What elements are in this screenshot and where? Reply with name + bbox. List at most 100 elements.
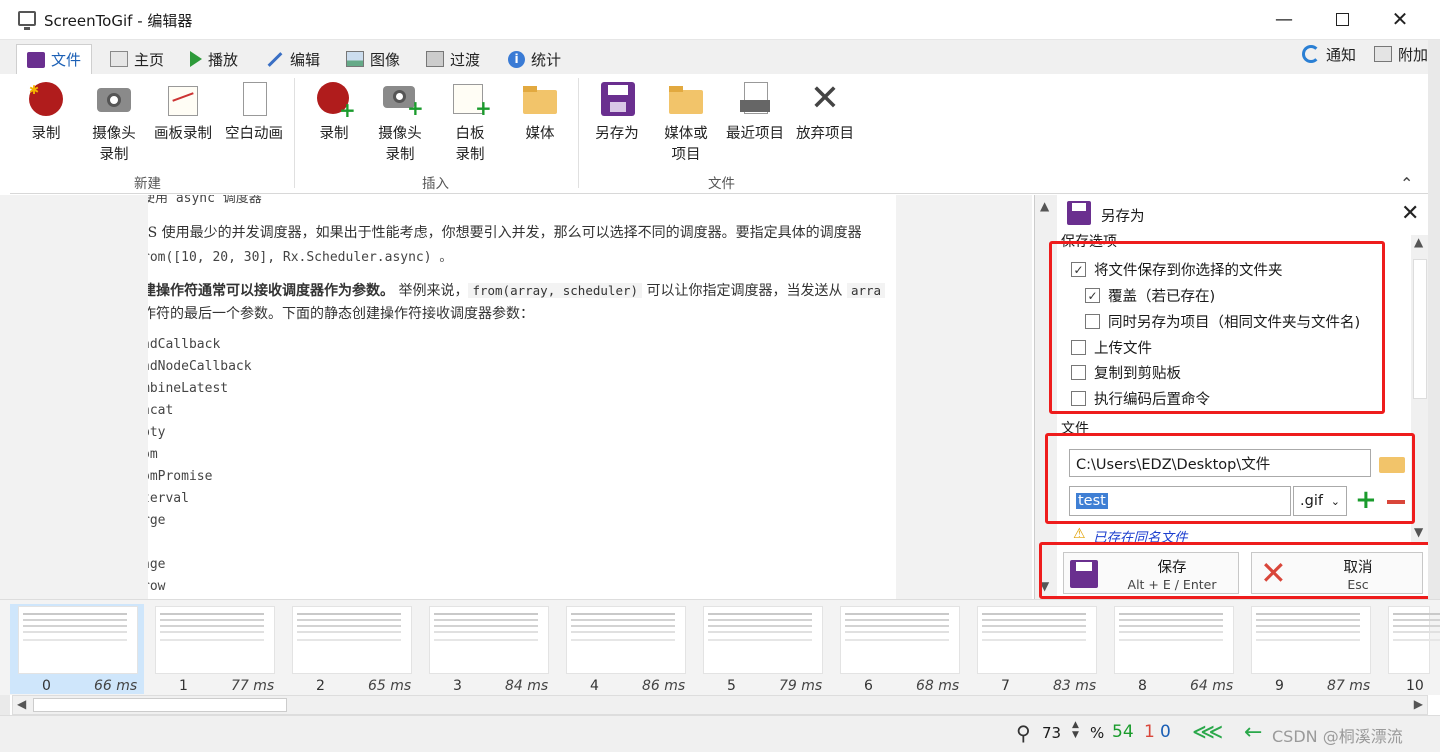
scroll-left-icon[interactable]: ◀ — [17, 697, 26, 711]
highlight-file — [1045, 433, 1415, 524]
extras-image-icon — [1374, 46, 1392, 62]
insert-board-button[interactable]: + 白板 录制 — [450, 80, 492, 166]
new-blank-animation-button[interactable]: 空白动画 — [220, 80, 288, 145]
previous-frame-icon[interactable]: ← — [1244, 720, 1262, 745]
tab-file[interactable]: 文件 — [16, 44, 93, 74]
tab-playback[interactable]: 播放 — [180, 44, 248, 74]
frame-delay: 65 ms — [368, 678, 412, 694]
frame-strip: 0 66 ms 1 77 ms 2 65 ms 3 84 ms 4 86 ms 5 79 m… — [0, 599, 1440, 695]
tab-home-label: 主页 — [134, 50, 165, 69]
insert-media-label: 媒体 — [525, 126, 555, 142]
new-webcam-label-2: 录制 — [99, 147, 129, 163]
recent-projects-label: 最近项目 — [726, 126, 784, 142]
frame-thumbnail[interactable]: 5 79 ms — [695, 604, 829, 694]
frame-count-selected: 1 — [1144, 722, 1155, 742]
doc-line-3-bold: 建操作符通常可以接收调度器作为参数。 — [148, 283, 394, 299]
frame-thumbnail[interactable]: 6 68 ms — [832, 604, 966, 694]
minimize-button[interactable]: — — [1256, 0, 1312, 38]
frame-thumbnail[interactable]: 4 86 ms — [558, 604, 692, 694]
frame-image — [1114, 606, 1234, 674]
frame-thumbnail[interactable]: 2 65 ms — [284, 604, 418, 694]
doc-line-3: 建操作符通常可以接收调度器作为参数。 举例来说， from(array, sche… — [148, 280, 886, 300]
scroll-right-icon[interactable]: ▶ — [1414, 697, 1423, 711]
frame-number: 5 — [727, 678, 736, 694]
frame-image — [18, 606, 138, 674]
extras-button[interactable]: 附加 — [1364, 40, 1438, 68]
doc-op: ndCallback — [148, 337, 221, 352]
frame-thumbnail[interactable]: 1 77 ms — [147, 604, 281, 694]
save-as-button[interactable]: 另存为 — [592, 80, 642, 145]
frame-thumbnail[interactable]: 8 64 ms — [1106, 604, 1240, 694]
tab-statistics[interactable]: i 统计 — [498, 44, 571, 74]
first-frame-icon[interactable]: ⋘ — [1192, 720, 1223, 745]
load-media-project-button[interactable]: 媒体或 项目 — [660, 80, 712, 166]
frame-image — [703, 606, 823, 674]
frame-delay: 87 ms — [1327, 678, 1371, 694]
doc-heading: 使用 async 调度器 — [148, 195, 262, 206]
frames-horizontal-scrollbar[interactable]: ◀ ▶ — [12, 695, 1428, 715]
tab-transition[interactable]: 过渡 — [416, 44, 490, 74]
doc-op: mbineLatest — [148, 381, 229, 396]
recent-projects-button[interactable]: 最近项目 — [722, 80, 788, 145]
frame-image — [1251, 606, 1371, 674]
highlight-options — [1049, 241, 1385, 414]
doc-op: row — [148, 579, 166, 594]
close-panel-icon[interactable]: ✕ — [1401, 201, 1419, 226]
notification-button[interactable]: 通知 — [1292, 40, 1366, 68]
frame-delay: 84 ms — [505, 678, 549, 694]
warning-icon: ⚠ — [1073, 526, 1086, 542]
frame-number: 6 — [864, 678, 873, 694]
insert-record-button[interactable]: + 录制 — [312, 80, 356, 145]
group-separator — [578, 78, 579, 188]
tab-edit[interactable]: 编辑 — [256, 44, 330, 74]
doc-op: ndNodeCallback — [148, 359, 252, 374]
group-separator — [294, 78, 295, 188]
discard-project-button[interactable]: ✕ 放弃项目 — [792, 80, 858, 145]
refresh-icon — [1302, 45, 1320, 63]
frame-thumbnail[interactable]: 9 87 ms — [1243, 604, 1377, 694]
frame-thumbnail[interactable]: 7 83 ms — [969, 604, 1103, 694]
recent-file-icon — [736, 80, 774, 118]
doc-line-3-code2: arra — [846, 283, 886, 298]
frame-delay: 83 ms — [1053, 678, 1097, 694]
doc-line-3-b: 可以让你指定调度器，当发送从 — [642, 283, 847, 299]
new-board-record-button[interactable]: 画板录制 — [150, 80, 216, 145]
right-edge — [1428, 40, 1440, 600]
scroll-thumb[interactable] — [33, 698, 287, 712]
folder-icon — [521, 80, 559, 118]
new-record-button[interactable]: ✱ 录制 — [24, 80, 68, 145]
floppy-save-icon — [598, 80, 636, 118]
insert-media-button[interactable]: 媒体 — [518, 80, 562, 145]
picture-icon — [346, 51, 364, 67]
new-record-label: 录制 — [31, 126, 61, 142]
collapse-ribbon-icon[interactable]: ⌃ — [1400, 174, 1413, 193]
group-insert-label: 插入 — [422, 176, 449, 192]
zoom-value[interactable]: 73 — [1042, 724, 1061, 742]
frame-number: 2 — [316, 678, 325, 694]
new-webcam-record-button[interactable]: 摄像头 录制 — [88, 80, 140, 166]
tab-home[interactable]: 主页 — [100, 44, 174, 74]
app-monitor-icon — [18, 11, 36, 30]
insert-webcam-button[interactable]: + 摄像头 录制 — [374, 80, 426, 166]
frame-number: 8 — [1138, 678, 1147, 694]
maximize-button[interactable] — [1314, 0, 1370, 38]
tab-transition-label: 过渡 — [450, 50, 481, 69]
notification-label: 通知 — [1326, 45, 1357, 64]
insert-webcam-label-2: 录制 — [385, 147, 415, 163]
frame-image — [292, 606, 412, 674]
frame-thumbnail[interactable]: 0 66 ms — [10, 604, 144, 694]
doc-op: rge — [148, 513, 166, 528]
floppy-icon — [27, 51, 45, 68]
frame-canvas[interactable]: 使用 async 调度器 JS 使用最少的并发调度器，如果出于性能考虑，你想要引… — [0, 195, 1032, 599]
frame-thumbnail[interactable]: 3 84 ms — [421, 604, 555, 694]
tab-image[interactable]: 图像 — [336, 44, 410, 74]
close-window-button[interactable]: ✕ — [1372, 0, 1428, 38]
frame-delay: 79 ms — [779, 678, 823, 694]
frame-thumbnail[interactable]: 10 — [1380, 604, 1440, 694]
frame-number: 3 — [453, 678, 462, 694]
frame-number: 1 — [179, 678, 188, 694]
panel-title: 另存为 — [1101, 209, 1145, 225]
camera-add-icon: + — [381, 80, 424, 119]
zoom-spinner-icon[interactable]: ▲ ▼ — [1072, 720, 1079, 740]
title-bar: ScreenToGif - 编辑器 — ✕ — [0, 0, 1440, 40]
